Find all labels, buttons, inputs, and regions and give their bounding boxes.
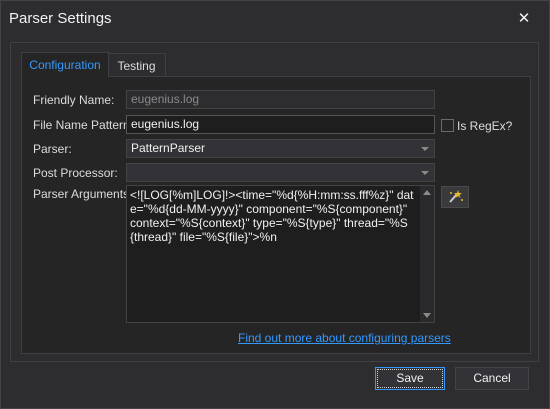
cancel-button[interactable]: Cancel [455,367,529,390]
parser-arguments-label: Parser Arguments: [33,187,133,201]
friendly-name-label: Friendly Name: [33,93,115,107]
post-processor-select[interactable] [126,163,435,182]
close-icon[interactable]: ✕ [511,7,537,31]
magic-wand-icon [449,190,463,203]
chevron-down-icon [421,171,429,175]
vertical-scrollbar[interactable] [420,186,434,322]
is-regex-label: Is RegEx? [457,119,513,133]
tab-testing[interactable]: Testing [107,53,166,77]
file-name-pattern-label: File Name Pattern: [33,118,134,132]
save-button[interactable]: Save [375,367,445,390]
dialog-title: Parser Settings [9,10,112,27]
parser-select-value: PatternParser [131,141,206,155]
parser-label: Parser: [33,142,72,156]
tab-configuration[interactable]: Configuration [21,52,109,77]
friendly-name-field[interactable]: eugenius.log [126,90,435,109]
chevron-down-icon [421,147,429,151]
file-name-pattern-field[interactable]: eugenius.log [126,115,435,134]
title-bar: Parser Settings ✕ [1,1,549,39]
post-processor-label: Post Processor: [33,166,118,180]
parser-select[interactable]: PatternParser [126,139,435,158]
parser-arguments-textarea[interactable]: <![LOG[%m]LOG]!><time="%d{%H:mm:ss.fff%z… [126,185,435,323]
pattern-builder-button[interactable] [441,186,469,208]
configuring-parsers-link[interactable]: Find out more about configuring parsers [238,331,451,345]
parser-arguments-text: <![LOG[%m]LOG]!><time="%d{%H:mm:ss.fff%z… [130,188,414,244]
scroll-down-arrow-icon[interactable] [423,313,431,318]
is-regex-checkbox[interactable] [441,119,454,132]
scroll-up-arrow-icon[interactable] [423,190,431,195]
